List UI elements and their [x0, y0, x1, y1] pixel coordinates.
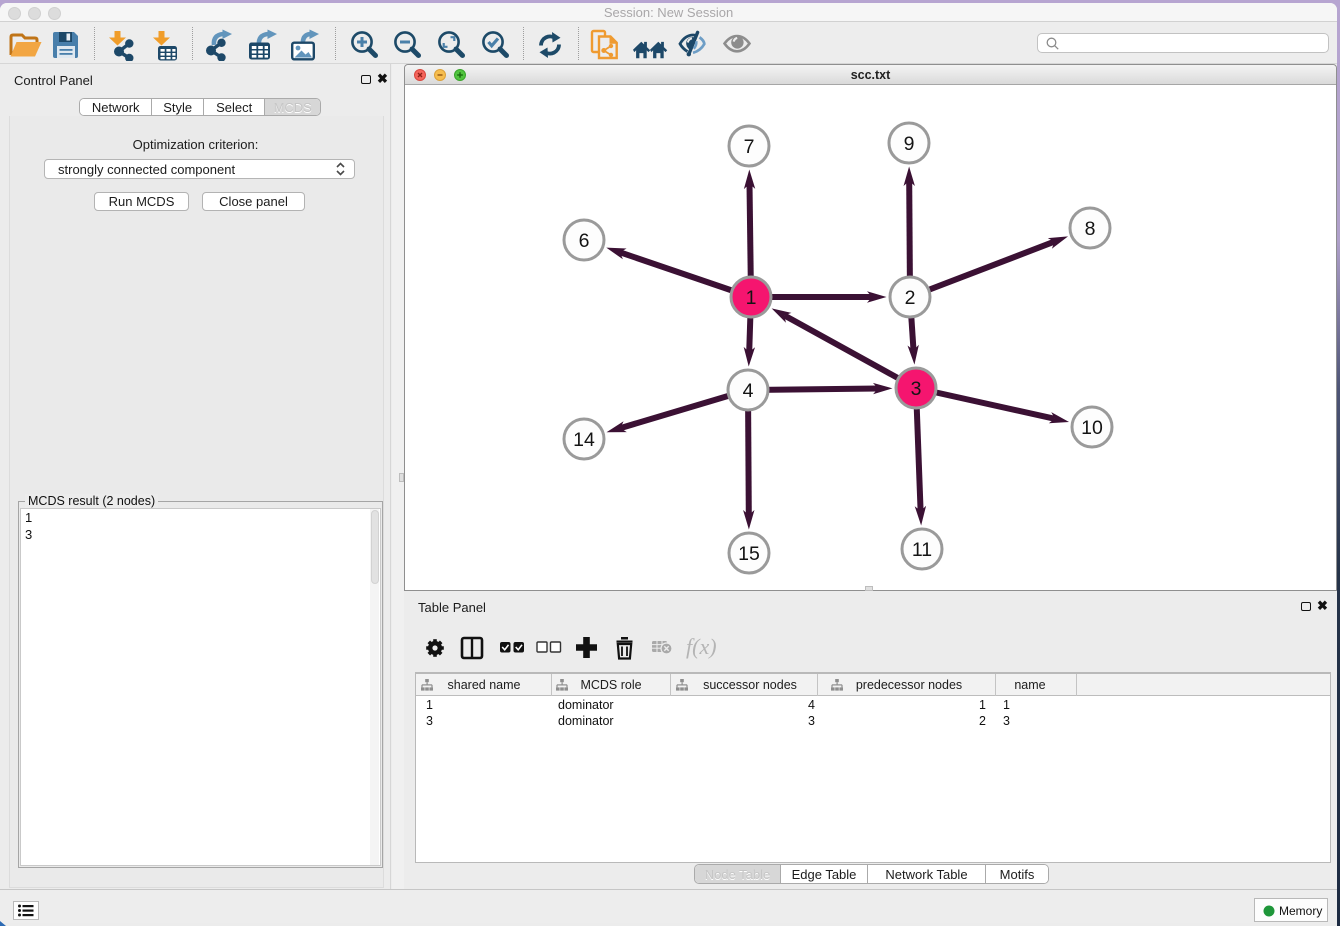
svg-text:15: 15	[738, 543, 760, 565]
svg-text:4: 4	[743, 380, 754, 402]
svg-text:14: 14	[573, 429, 595, 451]
svg-text:10: 10	[1081, 417, 1103, 439]
svg-text:11: 11	[912, 539, 932, 561]
svg-text:3: 3	[911, 378, 922, 400]
svg-text:7: 7	[744, 136, 755, 158]
svg-text:9: 9	[904, 133, 915, 155]
svg-text:f(x): f(x)	[686, 636, 717, 659]
svg-text:1: 1	[746, 287, 757, 309]
svg-text:8: 8	[1085, 218, 1096, 240]
svg-text:2: 2	[905, 287, 916, 309]
svg-text:6: 6	[579, 230, 590, 252]
